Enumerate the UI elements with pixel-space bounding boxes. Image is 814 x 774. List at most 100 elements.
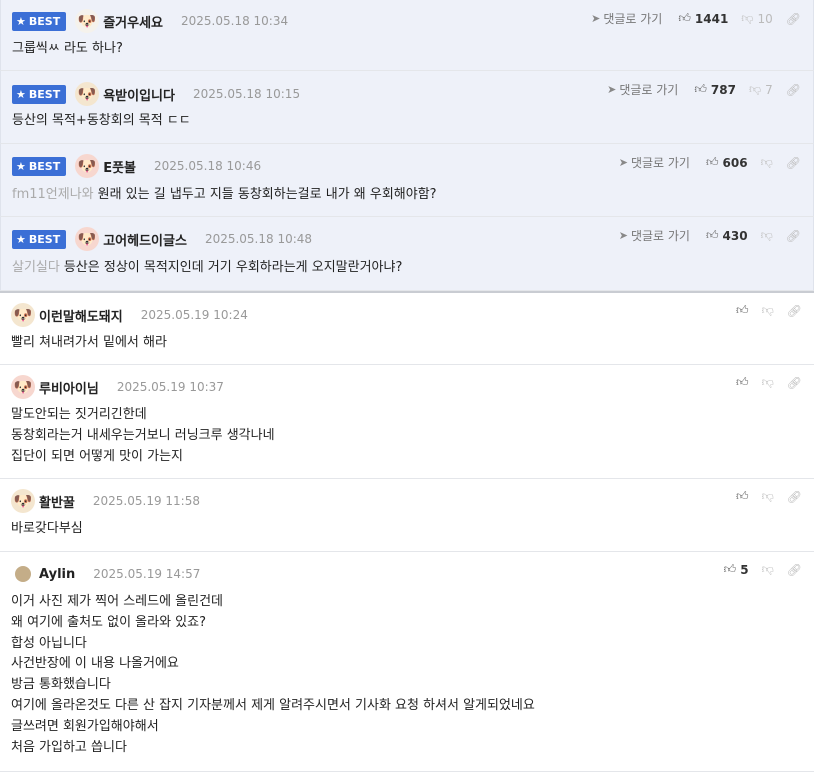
comment-body: fm11언제나와 원래 있는 길 냅두고 지들 동창회하는걸로 내가 왜 우회해야…	[12, 187, 437, 202]
link-icon[interactable]: 🔗︎	[787, 304, 802, 318]
thumbs-up-icon: 👍︎	[736, 489, 749, 503]
mention-nickname[interactable]: fm11언제나와	[12, 187, 94, 202]
downvote-button[interactable]: 👎︎	[762, 375, 774, 390]
best-badge: ★ BEST	[12, 229, 67, 249]
upvote-count: 5	[740, 562, 749, 577]
comment-body: 이거 사진 제가 찍어 스레드에 올린건데 왜 여기에 출처도 없이 올라와 있…	[11, 594, 535, 755]
avatar[interactable]: 🐶	[11, 375, 35, 399]
upvote-button[interactable]: 👍︎ 5	[724, 562, 749, 577]
comment-item: Aylin 2025.05.19 14:57 👍︎ 5 👎︎ 🔗︎ 이거 사진 제…	[0, 552, 814, 772]
mention-nickname[interactable]: 살기실다	[12, 260, 60, 275]
comment-body: 살기실다 등산은 정상이 목적지인데 거기 우회하라는게 오지말란거아냐?	[12, 260, 403, 275]
thumbs-down-icon: 👎︎	[748, 82, 762, 96]
thumbs-up-icon: 👍︎	[694, 82, 707, 96]
comment-actions: ➤ 댓글로 가기 👍︎ 606 👎︎ 🔗︎	[619, 154, 801, 171]
comment-actions: ➤ 댓글로 가기 👍︎ 430 👎︎ 🔗︎	[619, 227, 801, 244]
upvote-count: 606	[722, 155, 748, 170]
best-badge: ★ BEST	[12, 11, 67, 31]
upvote-button[interactable]: 👍︎	[736, 303, 749, 318]
upvote-button[interactable]: 👍︎ 606	[706, 155, 748, 170]
comment-body: 바로갖다부심	[11, 521, 83, 536]
avatar[interactable]: 🐶	[11, 303, 35, 327]
send-icon: ➤	[618, 156, 628, 169]
thumbs-up-icon: 👍︎	[736, 375, 749, 389]
reply-link[interactable]: ➤ 댓글로 가기	[619, 227, 690, 244]
nickname[interactable]: 고어헤드이글스	[103, 230, 187, 249]
upvote-button[interactable]: 👍︎ 1441	[678, 11, 728, 26]
comment-date: 2025.05.18 10:34	[181, 14, 289, 28]
comment-date: 2025.05.18 10:15	[192, 87, 301, 101]
downvote-button[interactable]: 👎︎	[762, 303, 774, 318]
thumbs-up-icon: 👍︎	[678, 11, 691, 25]
downvote-button[interactable]: 👎︎	[761, 155, 773, 170]
upvote-button[interactable]: 👍︎ 430	[706, 228, 748, 243]
upvote-count: 1441	[694, 11, 729, 26]
comment-item: ★ BEST 🐶 즐거우세요 2025.05.18 10:34 ➤ 댓글로 가기 👍…	[0, 0, 814, 71]
avatar[interactable]: 🐶	[75, 154, 100, 178]
link-icon[interactable]: 🔗︎	[787, 563, 802, 577]
comment-item: ★ BEST 🐶 고어헤드이글스 2025.05.18 10:48 ➤ 댓글로 가기…	[0, 217, 814, 291]
thumbs-down-icon: 👎︎	[761, 562, 774, 576]
upvote-count: 787	[710, 82, 736, 97]
nickname[interactable]: E풋볼	[103, 157, 136, 176]
nickname[interactable]: 루비아이님	[39, 378, 99, 397]
comment-item: ★ BEST 🐶 E풋볼 2025.05.18 10:46 ➤ 댓글로 가기 👍︎ 6…	[0, 144, 814, 217]
comment-date: 2025.05.19 10:37	[116, 380, 224, 394]
comment-item: ★ BEST 🐶 욕받이입니다 2025.05.18 10:15 ➤ 댓글로 가기 …	[0, 71, 814, 144]
comment-body: 등산의 목적+동창회의 목적 ㄷㄷ	[12, 113, 191, 128]
downvote-button[interactable]: 👎︎ 7	[749, 82, 773, 97]
comment-body: 빨리 쳐내려가서 밑에서 해라	[11, 335, 167, 350]
thumbs-down-icon: 👎︎	[761, 375, 774, 389]
avatar[interactable]: 🐶	[75, 227, 100, 251]
comment-header: 🐶 루비아이님 2025.05.19 10:37	[11, 375, 224, 399]
best-badge: ★ BEST	[12, 84, 67, 104]
link-icon[interactable]: 🔗︎	[786, 12, 801, 26]
reply-link[interactable]: ➤ 댓글로 가기	[619, 154, 690, 171]
reply-link[interactable]: ➤ 댓글로 가기	[607, 81, 678, 98]
best-badge: ★ BEST	[12, 156, 67, 176]
comment-actions: 👍︎ 👎︎ 🔗︎	[736, 375, 802, 390]
comment-date: 2025.05.19 10:24	[140, 308, 248, 322]
upvote-button[interactable]: 👍︎	[736, 375, 749, 390]
avatar[interactable]: 🐶	[11, 489, 35, 513]
upvote-count: 430	[722, 228, 748, 243]
thumbs-up-icon: 👍︎	[705, 228, 719, 242]
link-icon[interactable]: 🔗︎	[786, 83, 801, 97]
nickname[interactable]: 즐거우세요	[103, 12, 163, 31]
nickname[interactable]: 활반꿀	[39, 492, 75, 511]
link-icon[interactable]: 🔗︎	[786, 156, 801, 170]
thumbs-up-icon: 👍︎	[723, 562, 737, 576]
thumbs-down-icon: 👎︎	[761, 303, 774, 317]
comment-date: 2025.05.18 10:46	[154, 159, 262, 173]
thumbs-up-icon: 👍︎	[736, 303, 749, 317]
avatar[interactable]: 🐶	[75, 82, 100, 106]
comment-header: Aylin 2025.05.19 14:57	[11, 562, 200, 586]
link-icon[interactable]: 🔗︎	[787, 490, 802, 504]
comment-header: ★ BEST 🐶 고어헤드이글스 2025.05.18 10:48	[12, 227, 312, 251]
comment-actions: 👍︎ 👎︎ 🔗︎	[736, 489, 802, 504]
upvote-button[interactable]: 👍︎ 787	[694, 82, 736, 97]
nickname[interactable]: 이런말해도돼지	[39, 306, 123, 325]
downvote-button[interactable]: 👎︎ 10	[741, 11, 772, 26]
downvote-button[interactable]: 👎︎	[761, 228, 773, 243]
reply-link[interactable]: ➤ 댓글로 가기	[591, 10, 662, 27]
thumbs-down-icon: 👎︎	[760, 155, 773, 169]
nickname[interactable]: Aylin	[39, 567, 75, 582]
downvote-count: 7	[765, 82, 773, 97]
link-icon[interactable]: 🔗︎	[787, 376, 802, 390]
comment-date: 2025.05.19 11:58	[92, 494, 200, 508]
nickname[interactable]: 욕받이입니다	[103, 85, 175, 104]
comment-actions: ➤ 댓글로 가기 👍︎ 1441 👎︎ 10 🔗︎	[591, 10, 801, 27]
downvote-count: 10	[757, 11, 773, 26]
link-icon[interactable]: 🔗︎	[786, 229, 801, 243]
comment-item: 🐶 이런말해도돼지 2025.05.19 10:24 👍︎ 👎︎ 🔗︎ 빨리 쳐…	[0, 291, 814, 365]
comment-header: 🐶 활반꿀 2025.05.19 11:58	[11, 489, 200, 513]
star-icon: ★	[16, 14, 26, 28]
thumbs-down-icon: 👎︎	[741, 11, 754, 25]
downvote-button[interactable]: 👎︎	[762, 489, 774, 504]
avatar[interactable]	[15, 566, 31, 582]
upvote-button[interactable]: 👍︎	[736, 489, 749, 504]
avatar[interactable]: 🐶	[75, 9, 100, 33]
downvote-button[interactable]: 👎︎	[762, 562, 774, 577]
comment-date: 2025.05.18 10:48	[204, 232, 313, 246]
